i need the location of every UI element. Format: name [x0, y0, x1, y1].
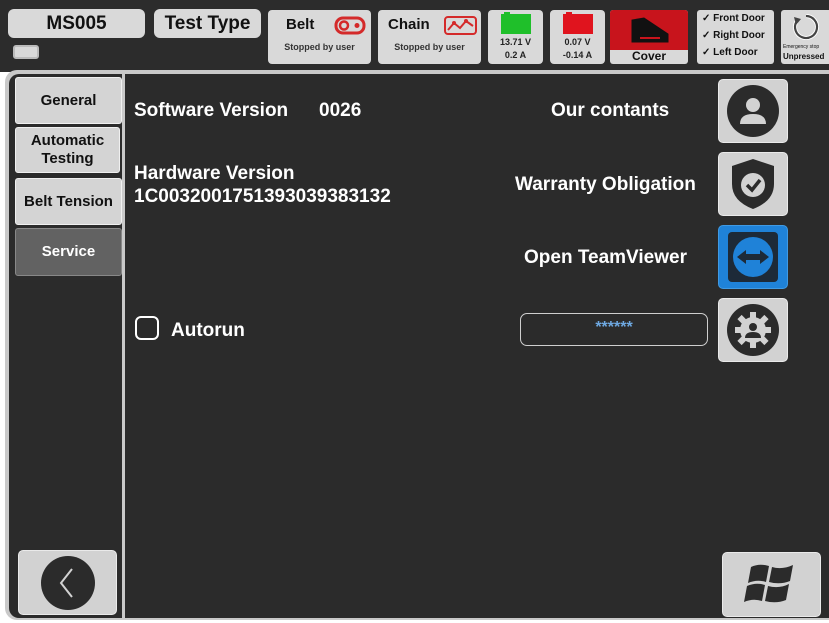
battery-2-voltage: 0.07 V	[564, 37, 591, 47]
battery-1-current: 0.2 A	[504, 50, 527, 60]
contact-icon	[727, 85, 779, 137]
front-door-status: ✓ Front Door	[702, 13, 765, 24]
password-field[interactable]: ******	[520, 313, 708, 346]
back-button[interactable]	[18, 550, 117, 615]
belt-status-text: Stopped by user	[284, 42, 355, 52]
back-arrow-icon	[40, 555, 95, 610]
chain-icon	[444, 16, 477, 35]
battery-2-status: 0.07 V -0.14 A	[550, 10, 605, 64]
battery-cap-icon	[504, 12, 510, 15]
battery-2-current: -0.14 A	[562, 50, 593, 60]
warranty-obligation-label: Warranty Obligation	[515, 174, 696, 195]
emergency-stop-icon	[793, 14, 819, 40]
sidebar-divider	[122, 74, 125, 618]
emergency-stop-value: Unpressed	[783, 52, 825, 61]
cover-open-icon	[631, 17, 669, 43]
content-panel	[9, 74, 829, 618]
belt-status[interactable]: Belt Stopped by user	[268, 10, 371, 64]
battery-full-icon	[501, 14, 531, 34]
windows-icon	[743, 564, 793, 602]
autorun-label: Autorun	[171, 320, 245, 341]
right-door-status: ✓ Right Door	[702, 30, 765, 41]
battery-1-voltage: 13.71 V	[499, 37, 532, 47]
battery-cap-icon	[566, 12, 572, 15]
door-status: ✓ Front Door ✓ Right Door ✓ Left Door	[697, 10, 774, 64]
tab-belt-tension[interactable]: Belt Tension	[15, 178, 122, 225]
emergency-stop-status: Emergency stop Unpressed	[781, 10, 829, 64]
hardware-version-label: Hardware Version	[134, 163, 295, 184]
contacts-button[interactable]	[718, 79, 788, 143]
cover-label: Cover	[631, 49, 666, 63]
belt-motor-icon	[334, 16, 366, 35]
teamviewer-icon	[728, 232, 778, 282]
tab-general[interactable]: General	[15, 77, 122, 124]
tab-service[interactable]: Service	[15, 228, 122, 276]
service-settings-icon	[727, 304, 779, 356]
connection-icon	[13, 45, 39, 59]
belt-label: Belt	[286, 16, 315, 33]
teamviewer-button[interactable]	[718, 225, 788, 289]
software-version-label: Software Version	[134, 100, 289, 121]
battery-empty-icon	[563, 14, 593, 34]
chain-label: Chain	[388, 16, 430, 33]
left-door-status: ✓ Left Door	[702, 47, 758, 58]
warranty-button[interactable]	[718, 152, 788, 216]
open-teamviewer-label: Open TeamViewer	[524, 247, 687, 268]
service-settings-button[interactable]	[718, 298, 788, 362]
device-name: MS005	[8, 9, 145, 38]
chain-status[interactable]: Chain Stopped by user	[378, 10, 481, 64]
hardware-version-value: 1C0032001751393039383132	[134, 186, 391, 207]
autorun-checkbox[interactable]	[135, 316, 159, 340]
tab-automatic-testing[interactable]: Automatic Testing	[15, 127, 120, 173]
test-type-button[interactable]: Test Type	[154, 9, 261, 38]
cover-status: Cover	[610, 10, 688, 64]
emergency-stop-label: Emergency stop	[783, 44, 820, 50]
warranty-shield-icon	[732, 159, 774, 209]
battery-1-status: 13.71 V 0.2 A	[488, 10, 543, 64]
windows-button[interactable]	[722, 552, 821, 617]
chain-status-text: Stopped by user	[394, 42, 465, 52]
our-contants-label: Our contants	[551, 100, 670, 121]
software-version-value: 0026	[319, 100, 362, 121]
